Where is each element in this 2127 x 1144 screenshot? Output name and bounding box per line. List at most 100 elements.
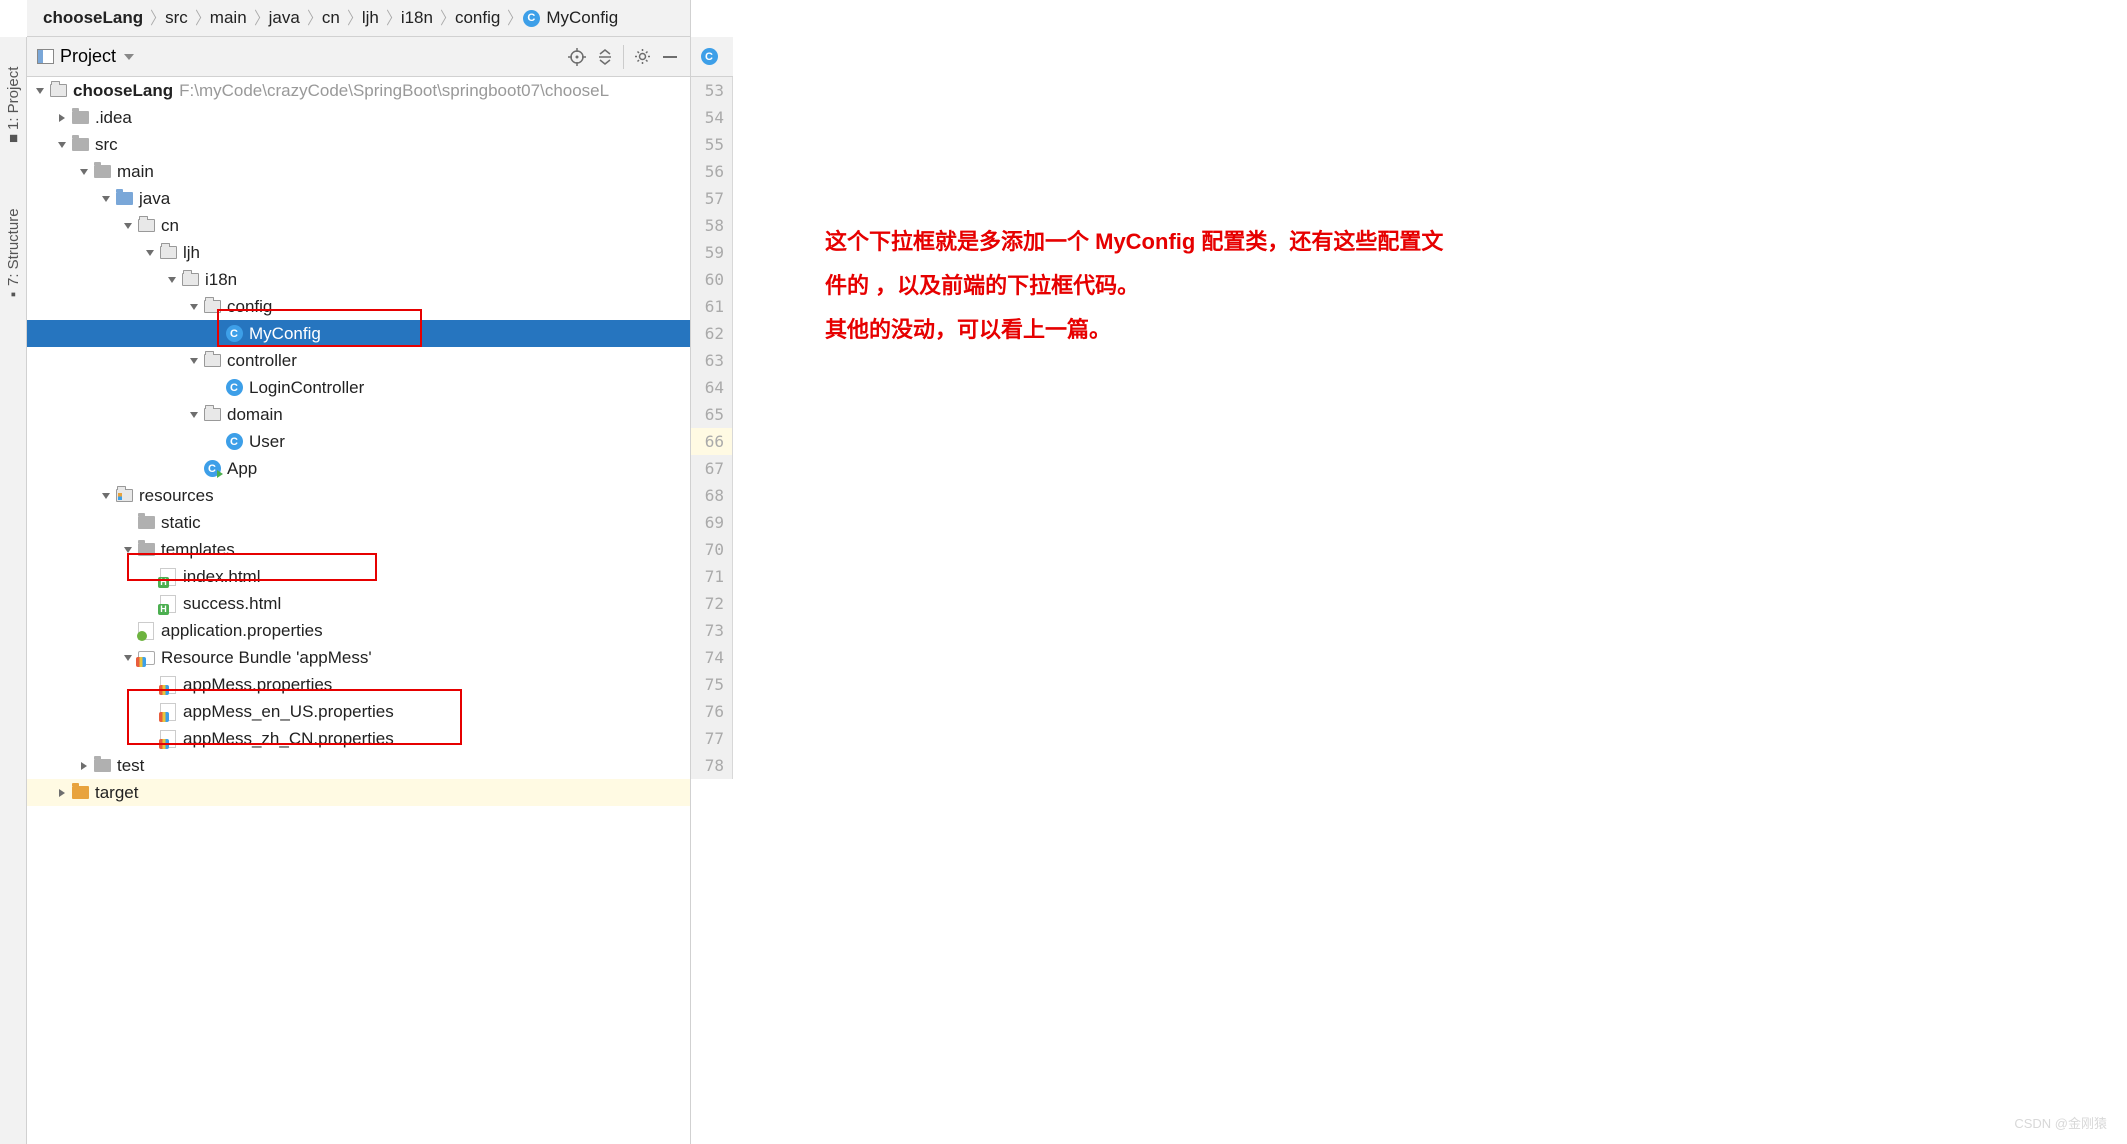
chevron-right-icon [385, 6, 395, 30]
tree-node-app[interactable]: CApp [27, 455, 690, 482]
gutter-line[interactable]: 66 [691, 428, 732, 455]
chevron-down-icon [33, 84, 47, 98]
annotation-line: 件的 ，以及前端的下拉框代码。 [825, 264, 1443, 308]
expand-all-icon[interactable] [591, 43, 619, 71]
tree-node-user[interactable]: C User [27, 428, 690, 455]
gear-icon[interactable] [628, 43, 656, 71]
tree-node-templates[interactable]: templates [27, 536, 690, 563]
breadcrumb-item[interactable]: C MyConfig [516, 8, 624, 28]
tree-node-controller[interactable]: controller [27, 347, 690, 374]
tree-node-java[interactable]: java [27, 185, 690, 212]
gutter-line[interactable]: 59 [691, 239, 732, 266]
project-view-selector[interactable]: Project [37, 46, 134, 67]
left-tab-project[interactable]: ■ 1: Project [0, 41, 27, 151]
tree-node-resources[interactable]: resources [27, 482, 690, 509]
breadcrumb: chooseLang src main java cn ljh i18n con… [27, 0, 690, 37]
breadcrumb-item[interactable]: src [159, 8, 194, 28]
gutter-line[interactable]: 62 [691, 320, 732, 347]
breadcrumb-item[interactable]: java [263, 8, 306, 28]
class-icon: C [522, 10, 540, 26]
locate-icon[interactable] [563, 43, 591, 71]
gutter-line[interactable]: 65 [691, 401, 732, 428]
breadcrumb-item[interactable]: config [449, 8, 506, 28]
gutter-line[interactable]: 78 [691, 752, 732, 779]
html-file-icon [159, 569, 177, 585]
package-icon [203, 407, 221, 423]
tree-label: User [249, 432, 285, 452]
package-icon [137, 218, 155, 234]
class-icon: C [700, 49, 718, 65]
gutter-line[interactable]: 57 [691, 185, 732, 212]
tree-node-appmess[interactable]: appMess.properties [27, 671, 690, 698]
gutter-line[interactable]: 61 [691, 293, 732, 320]
gutter-line[interactable]: 74 [691, 644, 732, 671]
gutter-line[interactable]: 68 [691, 482, 732, 509]
tree-label: chooseLang [73, 81, 173, 101]
left-tab-structure-label: 7: Structure [5, 208, 22, 286]
gutter-line[interactable]: 58 [691, 212, 732, 239]
tree-node-appmess-en[interactable]: appMess_en_US.properties [27, 698, 690, 725]
tree-node-index-html[interactable]: index.html [27, 563, 690, 590]
tree-node-static[interactable]: static [27, 509, 690, 536]
gutter-line[interactable]: 71 [691, 563, 732, 590]
tree-node-src[interactable]: src [27, 131, 690, 158]
chevron-right-icon [194, 6, 204, 30]
gutter-line[interactable]: 55 [691, 131, 732, 158]
gutter-line[interactable]: 75 [691, 671, 732, 698]
tree-label: test [117, 756, 144, 776]
breadcrumb-item[interactable]: cn [316, 8, 346, 28]
tree-label: .idea [95, 108, 132, 128]
tree-node-appmess-zh[interactable]: appMess_zh_CN.properties [27, 725, 690, 752]
tree-node-app-props[interactable]: application.properties [27, 617, 690, 644]
ide-panel: chooseLang src main java cn ljh i18n con… [27, 0, 691, 1144]
source-folder-icon [115, 191, 133, 207]
chevron-down-icon [77, 165, 91, 179]
tree-node-main[interactable]: main [27, 158, 690, 185]
chevron-down-icon [143, 246, 157, 260]
gutter-line[interactable]: 76 [691, 698, 732, 725]
breadcrumb-item[interactable]: chooseLang [37, 8, 149, 28]
project-tree[interactable]: chooseLangF:\myCode\crazyCode\SpringBoot… [27, 77, 690, 1144]
tree-node-cn[interactable]: cn [27, 212, 690, 239]
gutter-line[interactable]: 60 [691, 266, 732, 293]
gutter-line[interactable]: 67 [691, 455, 732, 482]
tree-node-ljh[interactable]: ljh [27, 239, 690, 266]
gutter-line[interactable]: 77 [691, 725, 732, 752]
tree-label: Resource Bundle 'appMess' [161, 648, 372, 668]
gutter-line[interactable]: 53 [691, 77, 732, 104]
left-tab-project-label: 1: Project [5, 67, 22, 130]
tree-node-target[interactable]: target [27, 779, 690, 806]
gutter-line[interactable]: 64 [691, 374, 732, 401]
breadcrumb-item[interactable]: ljh [356, 8, 385, 28]
resources-folder-icon [115, 488, 133, 504]
tree-node-config[interactable]: config [27, 293, 690, 320]
gutter-line[interactable]: 63 [691, 347, 732, 374]
gutter-line[interactable]: 54 [691, 104, 732, 131]
class-icon: C [225, 434, 243, 450]
gutter-line[interactable]: 73 [691, 617, 732, 644]
folder-icon [137, 515, 155, 531]
tree-node-test[interactable]: test [27, 752, 690, 779]
tree-label: static [161, 513, 201, 533]
gutter-line[interactable]: 69 [691, 509, 732, 536]
tree-node-success-html[interactable]: success.html [27, 590, 690, 617]
tree-node-domain[interactable]: domain [27, 401, 690, 428]
hide-icon[interactable] [656, 43, 684, 71]
folder-icon [137, 542, 155, 558]
annotation-text: 这个下拉框就是多添加一个 MyConfig 配置类，还有这些配置文 件的 ，以及… [825, 220, 1443, 352]
tree-node-idea[interactable]: .idea [27, 104, 690, 131]
breadcrumb-item[interactable]: i18n [395, 8, 439, 28]
breadcrumb-item[interactable]: main [204, 8, 253, 28]
tree-label: i18n [205, 270, 237, 290]
left-tab-structure[interactable]: ▪ 7: Structure [0, 187, 27, 307]
tree-node-bundle[interactable]: Resource Bundle 'appMess' [27, 644, 690, 671]
tree-node-logincontroller[interactable]: CLoginController [27, 374, 690, 401]
tree-label: index.html [183, 567, 260, 587]
gutter-line[interactable]: 72 [691, 590, 732, 617]
tree-root[interactable]: chooseLangF:\myCode\crazyCode\SpringBoot… [27, 77, 690, 104]
gutter-line[interactable]: 56 [691, 158, 732, 185]
gutter-line[interactable]: 70 [691, 536, 732, 563]
class-icon: C [225, 326, 243, 342]
tree-node-myconfig[interactable]: CMyConfig [27, 320, 690, 347]
tree-node-i18n[interactable]: i18n [27, 266, 690, 293]
